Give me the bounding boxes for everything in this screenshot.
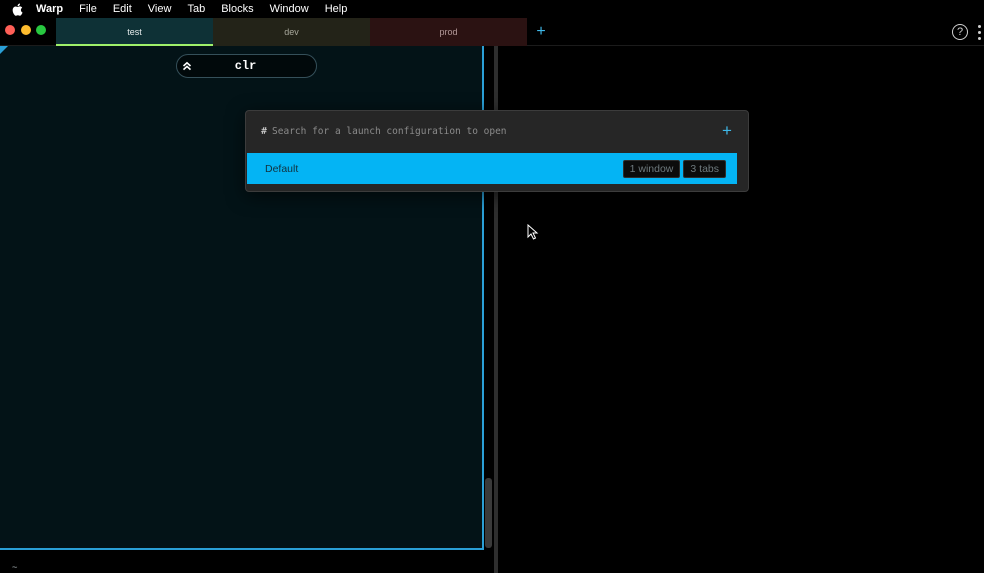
close-window-button[interactable]	[5, 25, 15, 35]
tab-bar: test dev prod + ?	[0, 18, 984, 46]
menu-edit[interactable]: Edit	[105, 0, 140, 18]
menu-window[interactable]: Window	[262, 0, 317, 18]
menu-file[interactable]: File	[71, 0, 105, 18]
menu-app-name[interactable]: Warp	[34, 0, 71, 18]
hash-prefix: #	[261, 126, 268, 137]
plus-icon: +	[722, 121, 732, 140]
menu-bar: Warp File Edit View Tab Blocks Window He…	[0, 0, 984, 18]
menu-help[interactable]: Help	[317, 0, 356, 18]
active-pane-indicator	[0, 46, 8, 54]
prompt-directory: ~	[12, 563, 18, 573]
sticky-command-text: clr	[234, 59, 257, 73]
plus-icon: +	[536, 23, 546, 40]
tab-dev[interactable]: dev	[213, 18, 370, 46]
tab-label: prod	[439, 27, 458, 37]
launch-config-item-default[interactable]: Default 1 window 3 tabs	[247, 153, 737, 184]
launch-config-label: Default	[265, 162, 299, 175]
apple-icon[interactable]	[0, 0, 34, 18]
more-options-icon[interactable]	[976, 23, 982, 41]
scroll-to-top-icon[interactable]	[179, 58, 195, 74]
launch-configuration-palette: # Search for a launch configuration to o…	[245, 110, 749, 192]
window-count-badge: 1 window	[622, 159, 681, 178]
pane-scrollbar[interactable]	[485, 478, 492, 548]
tab-test[interactable]: test	[56, 18, 213, 46]
tab-prod[interactable]: prod	[370, 18, 527, 46]
sticky-command-header[interactable]: clr	[176, 54, 317, 78]
search-placeholder: Search for a launch configuration to ope…	[272, 126, 507, 137]
new-tab-button[interactable]: +	[533, 22, 549, 42]
minimize-window-button[interactable]	[21, 25, 31, 35]
help-button[interactable]: ?	[952, 24, 968, 40]
tab-label: dev	[284, 27, 299, 37]
add-launch-config-button[interactable]: +	[720, 121, 734, 141]
tab-label: test	[127, 27, 142, 37]
question-mark-icon: ?	[956, 26, 964, 38]
menu-tab[interactable]: Tab	[179, 0, 213, 18]
launch-config-search-input[interactable]: # Search for a launch configuration to o…	[246, 111, 748, 152]
mouse-pointer-icon	[527, 224, 539, 240]
menu-view[interactable]: View	[140, 0, 180, 18]
zoom-window-button[interactable]	[36, 25, 46, 35]
menu-blocks[interactable]: Blocks	[213, 0, 261, 18]
tab-count-badge: 3 tabs	[683, 159, 726, 178]
